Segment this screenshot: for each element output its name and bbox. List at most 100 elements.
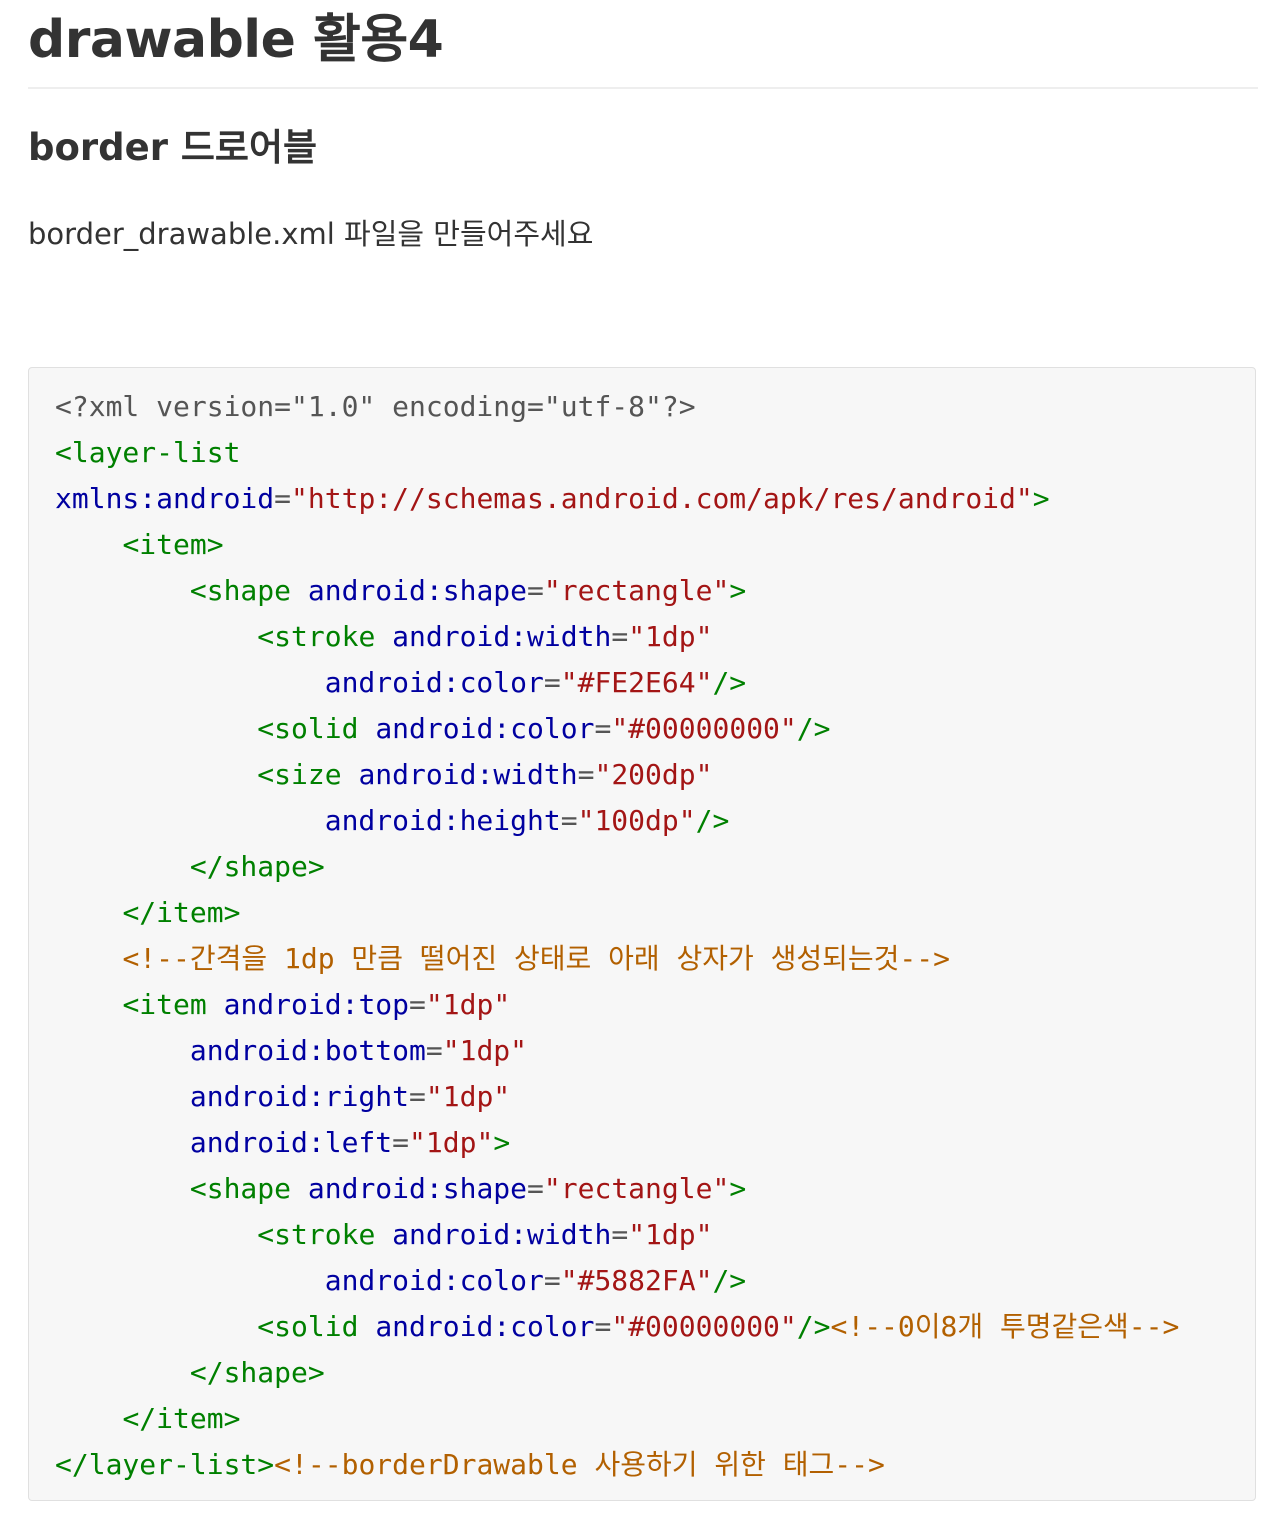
- code-block[interactable]: <?xml version="1.0" encoding="utf-8"?> <l…: [28, 367, 1256, 1501]
- code-token: "rectangle": [543, 574, 730, 607]
- code-token: </shape>: [189, 850, 325, 883]
- code-line: android:left="1dp">: [55, 1120, 1179, 1166]
- code-token: =: [560, 804, 578, 837]
- code-token: =: [577, 758, 595, 791]
- code-token: xmlns:android: [55, 482, 275, 515]
- code-token: </item>: [122, 1402, 241, 1435]
- code-line: xmlns:android="http://schemas.android.co…: [55, 476, 1179, 522]
- code-token: android:bottom: [189, 1034, 426, 1067]
- code-token: =: [527, 1172, 544, 1205]
- code-token: =: [392, 1126, 410, 1159]
- code-line: android:bottom="1dp": [55, 1028, 1179, 1074]
- code-token: "1dp": [425, 1080, 511, 1113]
- code-token: >: [1032, 482, 1050, 515]
- code-token: android:right: [189, 1080, 410, 1113]
- code-token: "#00000000": [611, 1310, 797, 1343]
- code-line: <solid android:color="#00000000"/><!--0이…: [55, 1304, 1179, 1350]
- code-token: <size: [257, 758, 342, 791]
- code-token: android:width: [392, 620, 612, 653]
- code-line: android:height="100dp"/>: [55, 798, 1179, 844]
- code-line: <item android:top="1dp": [55, 982, 1179, 1028]
- code-line: <item>: [55, 522, 1179, 568]
- code-token: "#FE2E64": [560, 666, 713, 699]
- code-token: =: [425, 1034, 443, 1067]
- code-token: android:color: [324, 666, 544, 699]
- code-token: <?xml version="1.0" encoding="utf-8"?>: [55, 390, 696, 423]
- code-line: <solid android:color="#00000000"/>: [55, 706, 1179, 752]
- code-line: <shape android:shape="rectangle">: [55, 1166, 1179, 1212]
- code-token: "#5882FA": [560, 1264, 713, 1297]
- code-token: =: [611, 1218, 629, 1251]
- code-line: </shape>: [55, 1350, 1179, 1396]
- code-token: >: [729, 574, 747, 607]
- code-token: =: [274, 482, 292, 515]
- code-line: <shape android:shape="rectangle">: [55, 568, 1179, 614]
- document-page: drawable 활용4 border 드로어블 border_drawable…: [0, 0, 1275, 1521]
- code-token: =: [543, 666, 561, 699]
- code-token: <solid: [257, 1310, 359, 1343]
- code-token: "100dp": [577, 804, 696, 837]
- code-token: <stroke: [257, 1218, 376, 1251]
- code-token: <layer-list: [55, 436, 241, 469]
- code-token: "1dp": [628, 1218, 713, 1251]
- code-token: =: [543, 1264, 561, 1297]
- code-token: "1dp": [442, 1034, 528, 1067]
- code-token: =: [594, 712, 612, 745]
- code-token: />: [712, 666, 747, 699]
- code-line: android:right="1dp": [55, 1074, 1179, 1120]
- code-token: <shape: [189, 574, 292, 607]
- page-title: drawable 활용4: [28, 10, 444, 70]
- section-description: border_drawable.xml 파일을 만들어주세요: [28, 217, 594, 251]
- code-token: "#00000000": [611, 712, 797, 745]
- code-line: <stroke android:width="1dp": [55, 1212, 1179, 1258]
- code-line: </item>: [55, 890, 1179, 936]
- code-token: android:width: [358, 758, 578, 791]
- code-token: </item>: [122, 896, 241, 929]
- code-token: =: [594, 1310, 612, 1343]
- code-token: android:top: [223, 988, 410, 1021]
- code-line: <!--간격을 1dp 만큼 떨어진 상태로 아래 상자가 생성되는것-->: [55, 936, 1179, 982]
- code-token: android:left: [189, 1126, 393, 1159]
- code-line: </shape>: [55, 844, 1179, 890]
- code-token: android:color: [375, 1310, 595, 1343]
- code-token: />: [796, 712, 831, 745]
- code-line: </item>: [55, 1396, 1179, 1442]
- code-token: "1dp": [409, 1126, 494, 1159]
- code-token: />: [695, 804, 730, 837]
- code-line: </layer-list><!--borderDrawable 사용하기 위한 …: [55, 1442, 1179, 1488]
- code-content[interactable]: <?xml version="1.0" encoding="utf-8"?> <l…: [55, 384, 1179, 1488]
- code-token: "1dp": [628, 620, 713, 653]
- code-line: android:color="#5882FA"/>: [55, 1258, 1179, 1304]
- code-token: >: [729, 1172, 747, 1205]
- code-token: <!--0이8개 투명같은색-->: [830, 1310, 1180, 1343]
- code-token: android:color: [375, 712, 595, 745]
- code-token: <stroke: [257, 620, 376, 653]
- code-token: </shape>: [189, 1356, 325, 1389]
- code-token: =: [611, 620, 629, 653]
- code-token: =: [409, 1080, 426, 1113]
